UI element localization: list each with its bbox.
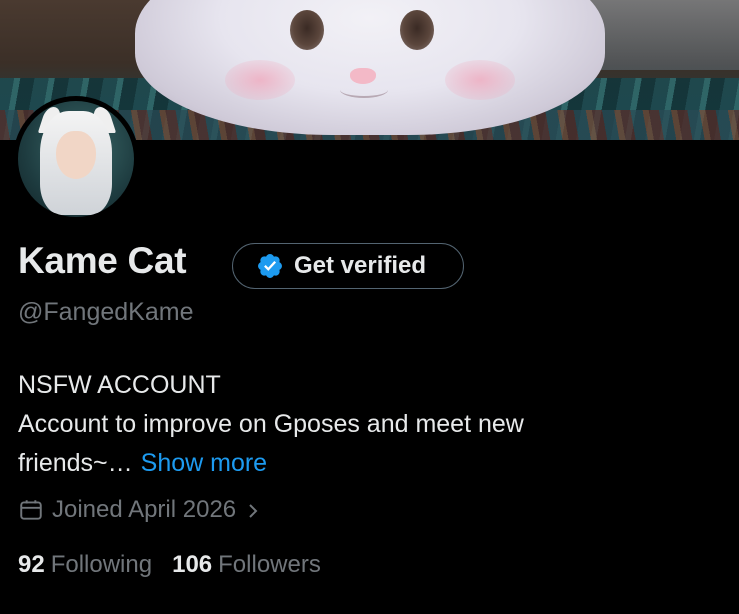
- bio-line-last: friends~… Show more: [18, 444, 718, 483]
- bio-line: Account to improve on Gposes and meet ne…: [18, 410, 524, 438]
- followers-link[interactable]: 106 Followers: [172, 551, 321, 579]
- banner-cat-mouth: [340, 82, 388, 98]
- bio-line: NSFW ACCOUNT: [18, 371, 221, 399]
- banner-cat-eye-right: [400, 10, 434, 50]
- get-verified-button[interactable]: Get verified: [232, 243, 464, 289]
- chevron-right-icon: [246, 500, 260, 520]
- banner-cat: [135, 0, 605, 135]
- calendar-icon: [18, 497, 44, 523]
- followers-count: 106: [172, 551, 213, 578]
- verified-badge-icon: [256, 252, 284, 280]
- get-verified-label: Get verified: [294, 252, 427, 279]
- joined-date: Joined April 2026: [52, 496, 237, 523]
- followers-label: Followers: [218, 551, 321, 578]
- banner-cat-cheek-right: [445, 60, 515, 100]
- following-link[interactable]: 92 Following: [18, 551, 152, 579]
- bio-line: friends~…: [18, 449, 133, 477]
- banner-decoration: [589, 0, 739, 70]
- avatar-image: [18, 101, 134, 217]
- following-count: 92: [18, 551, 45, 578]
- avatar[interactable]: [13, 96, 139, 222]
- bio: NSFW ACCOUNT Account to improve on Gpose…: [18, 366, 718, 483]
- handle: @FangedKame: [18, 298, 194, 326]
- display-name: Kame Cat: [18, 240, 187, 281]
- banner-cat-eye-left: [290, 10, 324, 50]
- following-label: Following: [50, 551, 153, 578]
- avatar-face: [56, 131, 96, 179]
- joined-date-row[interactable]: Joined April 2026: [18, 495, 260, 525]
- show-more-link[interactable]: Show more: [141, 449, 267, 477]
- banner-cat-cheek-left: [225, 60, 295, 100]
- follow-stats: 92 Following 106 Followers: [18, 551, 341, 579]
